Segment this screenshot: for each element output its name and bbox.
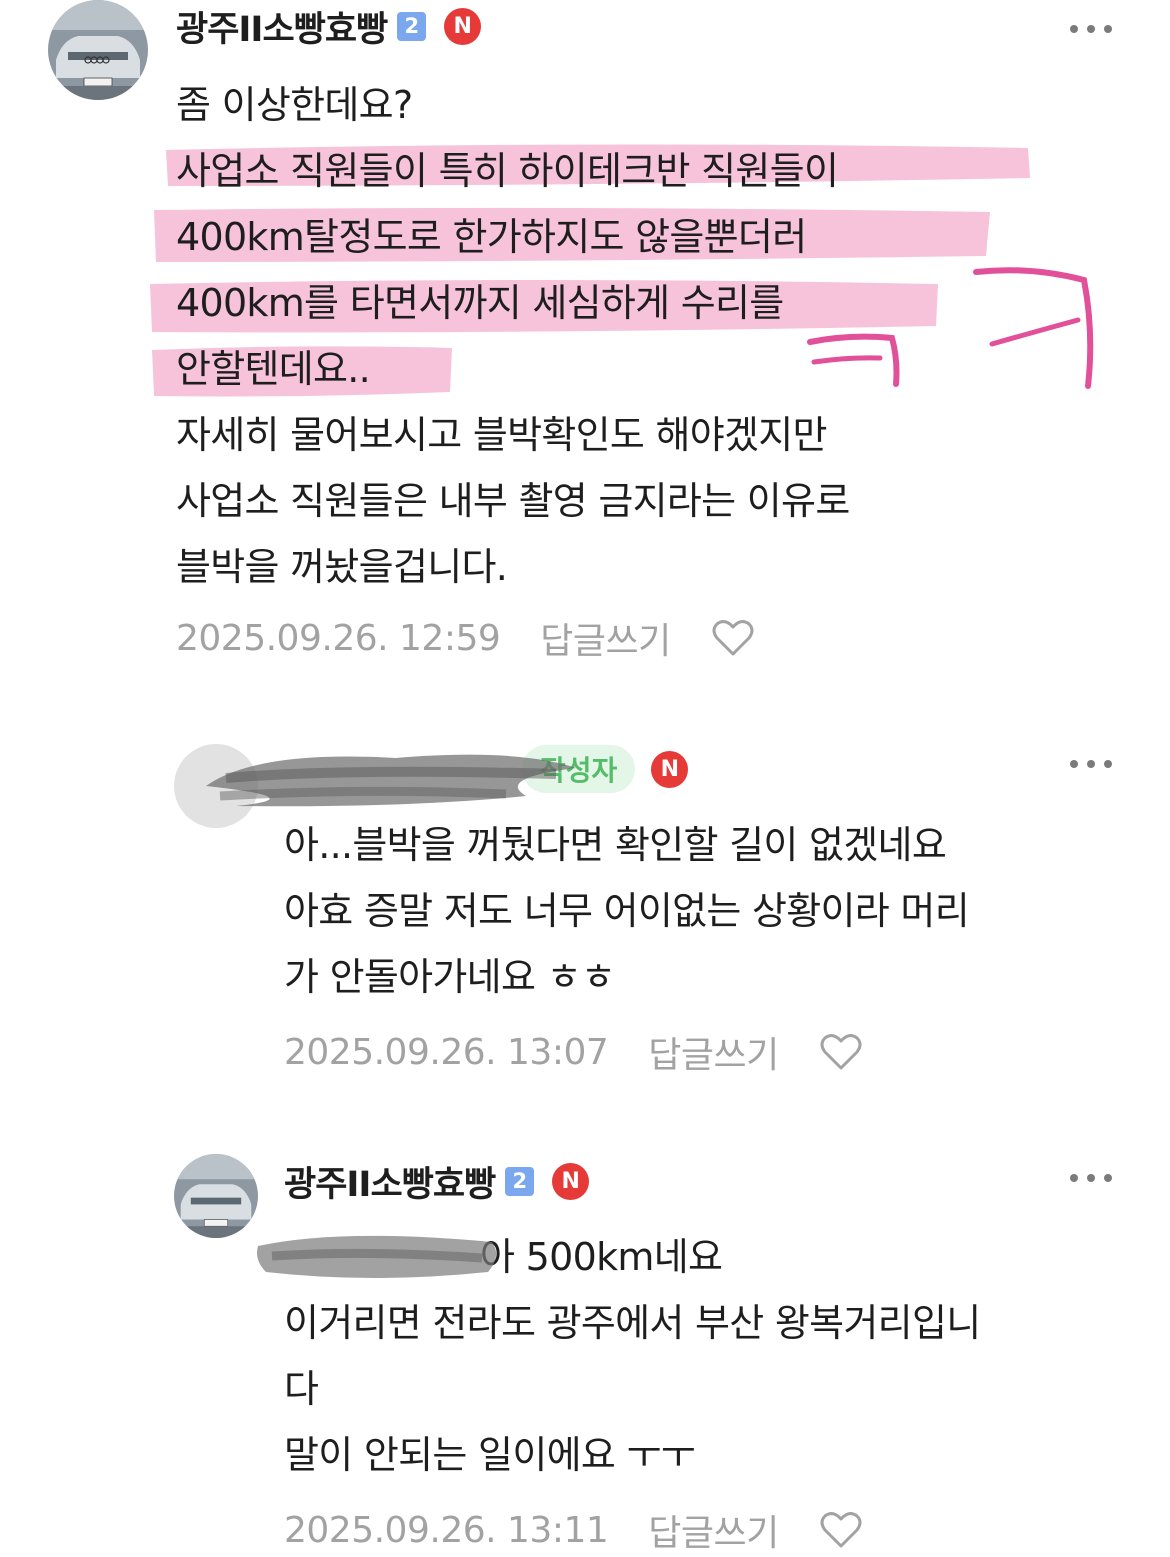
redaction-scribble [206, 754, 576, 807]
comment-body: 아...블박을 꺼뒀다면 확인할 길이 없겠네요 아효 증말 저도 너무 어이없… [284, 812, 970, 1010]
author-name[interactable]: 광주II소빵효빵 [284, 1156, 496, 1207]
comment-meta: 2025.09.26. 13:07 답글쓰기 [284, 1026, 863, 1078]
comment-line: 아...블박을 꺼뒀다면 확인할 길이 없겠네요 [284, 823, 947, 867]
reply-button[interactable]: 답글쓰기 [648, 1026, 779, 1078]
timestamp: 2025.09.26. 13:11 [284, 1509, 609, 1551]
reply-button[interactable]: 답글쓰기 [540, 612, 671, 664]
comment-line: 블박을 꺼놨을겁니다. [176, 545, 508, 589]
comment-body: 좀 이상한데요? 사업소 직원들이 특히 하이테크반 직원들이 400km탈정도… [176, 72, 850, 600]
comment-line-text: 아 500km네요 [480, 1235, 723, 1279]
comment-meta: 2025.09.26. 12:59 답글쓰기 [176, 612, 755, 664]
comment-line: 400km탈정도로 한가하지도 않을뿐더러 [176, 215, 807, 259]
comment-line: 말이 안되는 일이에요 ㅜㅜ [284, 1433, 696, 1477]
comment-line: 가 안돌아가네요 ㅎㅎ [284, 955, 616, 999]
comment-line: 아효 증말 저도 너무 어이없는 상황이라 머리 [284, 889, 970, 933]
more-icon[interactable] [1070, 1170, 1112, 1186]
comment-line: 자세히 물어보시고 블박확인도 해야겠지만 [176, 413, 828, 457]
timestamp: 2025.09.26. 12:59 [176, 617, 501, 659]
new-badge-icon: N [552, 1162, 590, 1200]
comment-line: 안할텐데요.. [176, 347, 371, 391]
comment-1: 광주II소빵효빵 2 N 좀 이상한데요? 사업소 직원들이 특히 하이테크반 … [0, 0, 1170, 700]
comment-line: 400km를 타면서까지 세심하게 수리를 [176, 281, 784, 325]
comment-line: 다 [284, 1367, 319, 1411]
timestamp: 2025.09.26. 13:07 [284, 1031, 609, 1073]
comment-line: 좀 이상한데요? [176, 83, 413, 127]
comment-line: 이거리면 전라도 광주에서 부산 왕복거리입니 [284, 1301, 981, 1345]
more-icon[interactable] [1070, 756, 1112, 772]
heart-icon[interactable] [711, 618, 755, 658]
comment-line: 사업소 직원들이 특히 하이테크반 직원들이 [176, 149, 839, 193]
comment-3: 광주II소빵효빵 2 N 아 500km네요 이거리면 전라도 광주에서 부산 … [0, 1150, 1170, 1557]
comment-line: 사업소 직원들은 내부 촬영 금지라는 이유로 [176, 479, 850, 523]
comment-meta: 2025.09.26. 13:11 답글쓰기 [284, 1504, 863, 1556]
comment-2: 작성자 N 아...블박을 꺼뒀다면 확인할 길이 없겠네요 아효 증말 저도 … [0, 730, 1170, 1100]
level-badge-icon: 2 [505, 1166, 535, 1196]
new-badge-icon: N [651, 750, 689, 788]
heart-icon[interactable] [819, 1510, 863, 1550]
heart-icon[interactable] [819, 1032, 863, 1072]
redaction-scribble [257, 1235, 497, 1278]
avatar[interactable] [174, 1154, 258, 1238]
comment-header: 광주II소빵효빵 2 N [284, 1156, 590, 1207]
car-photo-icon [174, 1154, 258, 1238]
reply-button[interactable]: 답글쓰기 [648, 1504, 779, 1556]
